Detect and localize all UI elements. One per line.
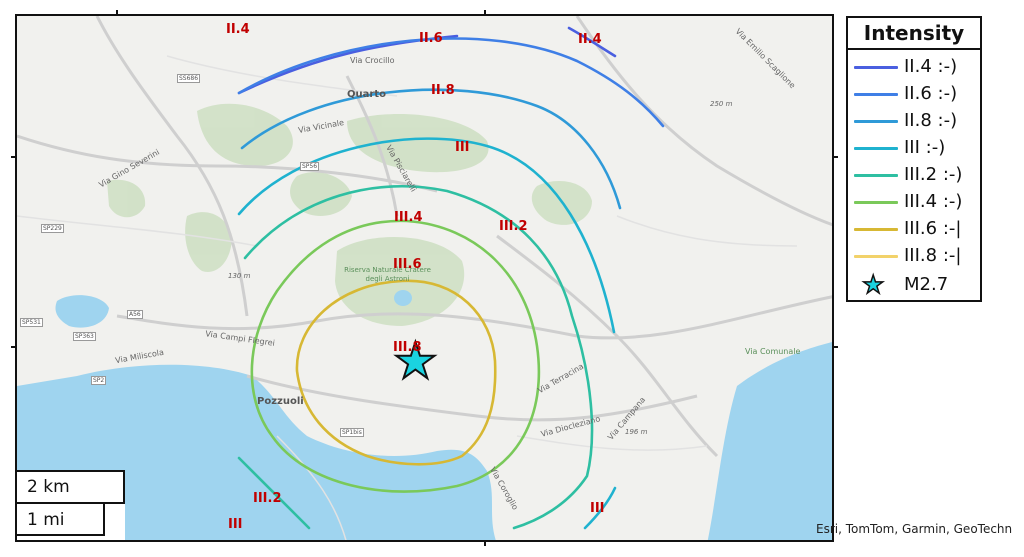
legend-item: III.2 :-) xyxy=(854,162,980,188)
legend-event-label: M2.7 xyxy=(904,274,949,295)
legend-line xyxy=(854,174,898,177)
legend-line xyxy=(854,120,898,123)
legend-item-label: II.6 :-) xyxy=(904,83,958,104)
legend: Intensity II.4 :-) II.6 :-) II.8 :-) III… xyxy=(846,16,982,302)
scale-mi-label: 1 mi xyxy=(27,510,65,530)
legend-item: II.4 :-) xyxy=(854,54,980,80)
scale-bar: 2 km 1 mi xyxy=(17,470,125,540)
legend-item-label: III.6 :-| xyxy=(904,218,962,239)
legend-item-label: II.4 :-) xyxy=(904,56,958,77)
legend-item: III :-) xyxy=(854,135,980,161)
legend-item: III.8 :-| xyxy=(854,243,980,269)
legend-event-item: ★ M2.7 xyxy=(854,270,980,299)
legend-item-label: III.4 :-) xyxy=(904,191,963,212)
legend-line xyxy=(854,66,898,69)
legend-item: II.8 :-) xyxy=(854,108,980,134)
legend-item-label: II.8 :-) xyxy=(904,110,958,131)
scale-km-label: 2 km xyxy=(27,477,70,497)
legend-line xyxy=(854,147,898,150)
legend-item-label: III.2 :-) xyxy=(904,164,963,185)
legend-item: III.6 :-| xyxy=(854,216,980,242)
legend-line xyxy=(854,255,898,258)
basemap xyxy=(17,16,832,540)
epicenter-star-icon[interactable]: ★ xyxy=(392,335,439,387)
legend-line xyxy=(854,93,898,96)
legend-item: III.4 :-) xyxy=(854,189,980,215)
map-attribution: Esri, TomTom, Garmin, GeoTechn xyxy=(816,522,1013,536)
star-icon: ★ xyxy=(861,270,885,299)
map-frame: ★ xyxy=(15,14,834,542)
legend-line xyxy=(854,228,898,231)
legend-title: Intensity xyxy=(848,18,980,50)
legend-item: II.6 :-) xyxy=(854,81,980,107)
legend-item-label: III.8 :-| xyxy=(904,245,962,266)
legend-item-label: III :-) xyxy=(904,137,946,158)
legend-line xyxy=(854,201,898,204)
